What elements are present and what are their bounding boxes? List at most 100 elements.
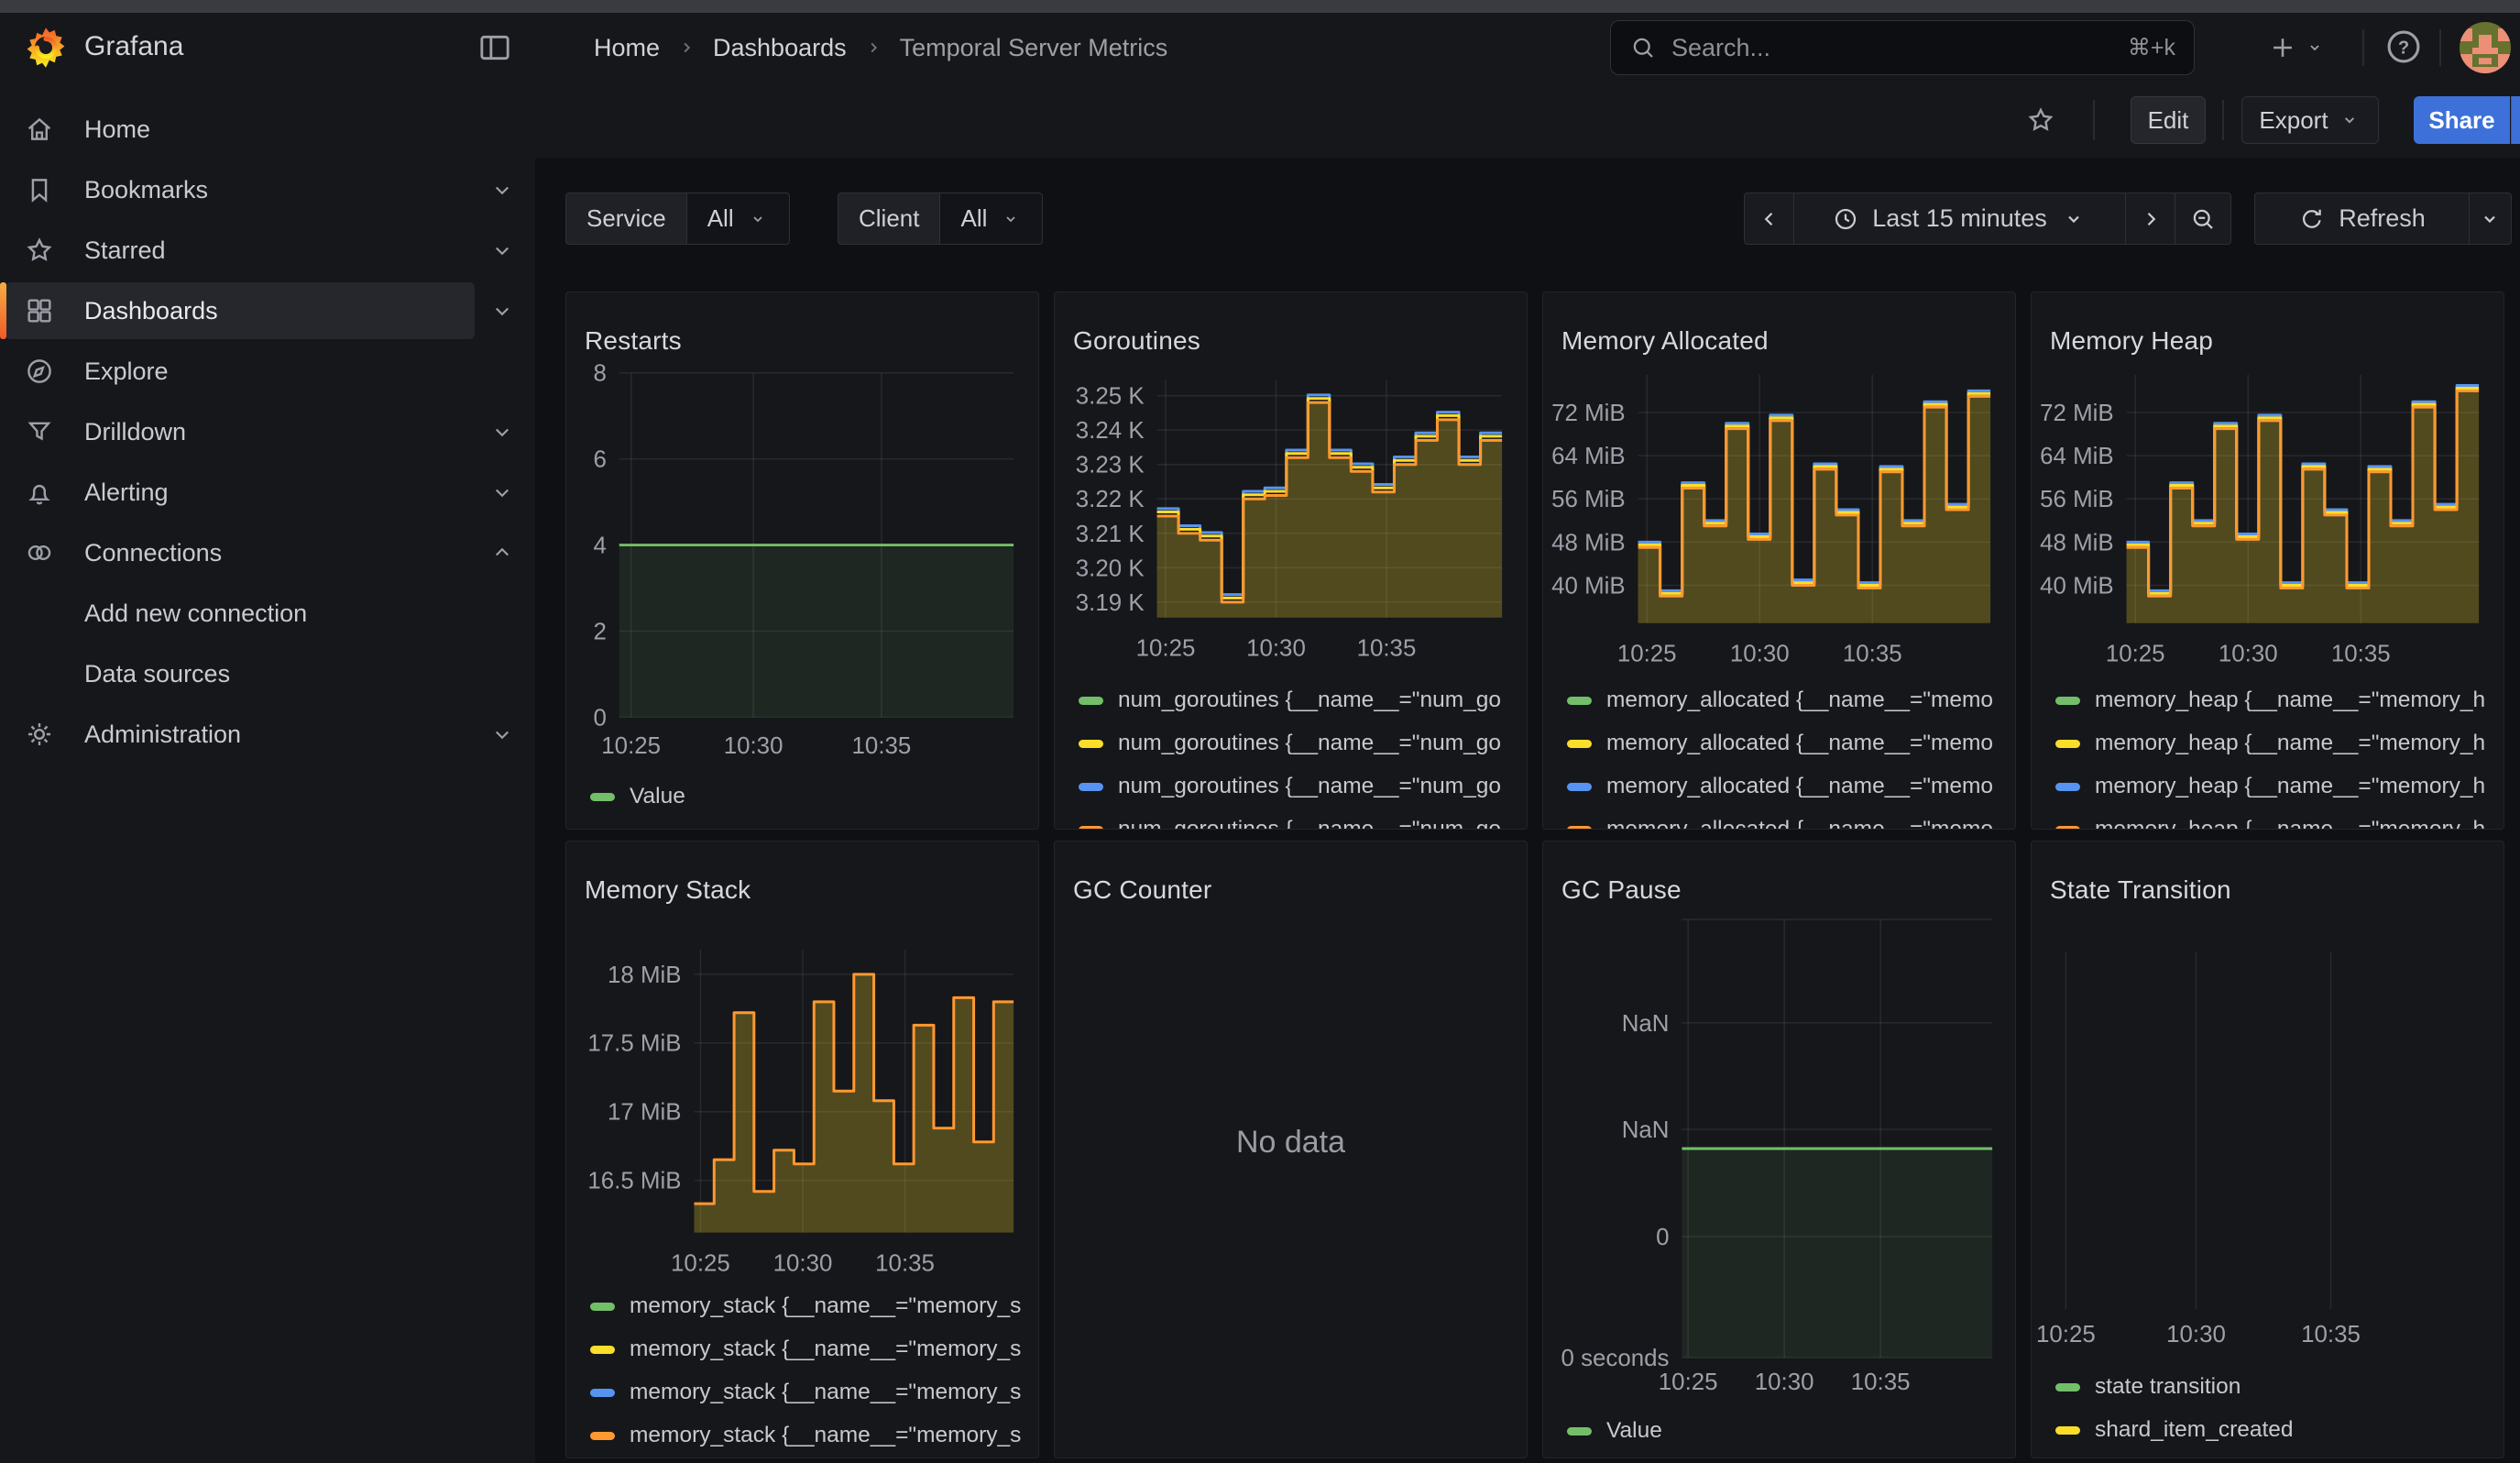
- legend-item[interactable]: num_goroutines {__name__="num_go: [1079, 730, 1501, 757]
- help-button[interactable]: ?: [2383, 26, 2428, 70]
- time-zoom-out-button[interactable]: [2175, 192, 2231, 245]
- breadcrumb-current-page: Temporal Server Metrics: [900, 34, 1168, 62]
- chevron-down-icon[interactable]: [488, 236, 516, 264]
- chevron-down-icon[interactable]: [488, 297, 516, 324]
- chevron-up-icon[interactable]: [488, 539, 516, 566]
- panel-title[interactable]: State Transition: [2050, 875, 2231, 905]
- sidebar-item-bookmarks[interactable]: Bookmarks: [0, 160, 535, 220]
- timeseries-chart[interactable]: 10:2510:3010:35NaNNaN00 seconds: [1543, 842, 2015, 1458]
- edit-button[interactable]: Edit: [2131, 96, 2206, 144]
- svg-text:10:25: 10:25: [2036, 1322, 2096, 1348]
- panel-title[interactable]: Memory Stack: [585, 875, 751, 905]
- breadcrumb-home[interactable]: Home: [594, 34, 660, 62]
- time-range-back-button[interactable]: [1744, 192, 1794, 245]
- panel-legend: state transition shard_item_created: [2055, 1373, 2294, 1458]
- legend-item[interactable]: memory_stack {__name__="memory_s: [590, 1336, 1021, 1363]
- chevron-down-icon[interactable]: [488, 720, 516, 748]
- legend-item[interactable]: num_goroutines {__name__="num_go: [1079, 773, 1501, 800]
- sidebar-collapse-icon[interactable]: [475, 29, 515, 66]
- legend-item[interactable]: memory_allocated {__name__="memo: [1567, 687, 1993, 714]
- svg-text:10:35: 10:35: [1357, 636, 1417, 662]
- legend-item[interactable]: memory_heap {__name__="memory_h: [2055, 730, 2485, 757]
- legend-item[interactable]: state transition: [2055, 1373, 2294, 1401]
- time-range-forward-button[interactable]: [2125, 192, 2175, 245]
- legend-label: memory_allocated {__name__="memo: [1606, 817, 1993, 830]
- service-filter-value[interactable]: All: [687, 192, 790, 245]
- sidebar-item-administration[interactable]: Administration: [0, 704, 535, 764]
- grafana-logo-icon[interactable]: [24, 26, 68, 70]
- panel-legend: memory_stack {__name__="memory_s memory_s…: [590, 1292, 1021, 1458]
- breadcrumb-dashboards[interactable]: Dashboards: [713, 34, 847, 62]
- timeseries-chart[interactable]: 10:2510:3010:3502468: [566, 292, 1038, 829]
- chevron-down-icon[interactable]: [488, 418, 516, 446]
- legend-item[interactable]: memory_allocated {__name__="memo: [1567, 773, 1993, 800]
- legend-label: num_goroutines {__name__="num_go: [1118, 731, 1501, 756]
- sidebar-item-starred[interactable]: Starred: [0, 220, 535, 280]
- legend-item[interactable]: memory_allocated {__name__="memo: [1567, 730, 1993, 757]
- panel-title[interactable]: GC Pause: [1561, 875, 1682, 905]
- refresh-interval-dropdown[interactable]: [2469, 192, 2512, 245]
- panel-title[interactable]: Restarts: [585, 326, 682, 356]
- sidebar-item-explore[interactable]: Explore: [0, 341, 535, 402]
- chevron-down-icon: [2060, 205, 2087, 233]
- svg-text:NaN: NaN: [1622, 1117, 1670, 1143]
- sidebar-item-add-new-connection[interactable]: Add new connection: [0, 583, 535, 644]
- time-range-picker[interactable]: Last 15 minutes: [1793, 192, 2127, 245]
- legend-swatch: [1079, 740, 1103, 748]
- legend-item[interactable]: shard_item_created: [2055, 1416, 2294, 1444]
- legend-item[interactable]: Value: [590, 783, 685, 810]
- legend-item[interactable]: memory_stack {__name__="memory_s: [590, 1292, 1021, 1320]
- legend-item[interactable]: memory_heap {__name__="memory_h: [2055, 773, 2485, 800]
- favorite-star-icon[interactable]: [2025, 104, 2056, 136]
- service-filter-selected: All: [707, 204, 734, 233]
- sidebar-item-drilldown[interactable]: Drilldown: [0, 402, 535, 462]
- svg-text:6: 6: [593, 447, 606, 473]
- legend-item[interactable]: memory_heap {__name__="memory_h: [2055, 687, 2485, 714]
- search-input[interactable]: [1670, 33, 2128, 63]
- bell-icon: [24, 477, 55, 508]
- client-filter-value[interactable]: All: [940, 192, 1043, 245]
- legend-item[interactable]: memory_stack {__name__="memory_s: [590, 1379, 1021, 1406]
- panel-title[interactable]: Memory Allocated: [1561, 326, 1769, 356]
- panel-title[interactable]: Goroutines: [1073, 326, 1200, 356]
- share-button[interactable]: Share: [2414, 96, 2510, 144]
- legend-swatch: [2055, 1383, 2080, 1392]
- new-menu-button[interactable]: [2267, 26, 2346, 70]
- refresh-button[interactable]: Refresh: [2254, 192, 2470, 245]
- legend-item[interactable]: memory_stack {__name__="memory_s: [590, 1422, 1021, 1449]
- export-button[interactable]: Export: [2241, 96, 2379, 144]
- chevron-down-icon[interactable]: [488, 478, 516, 506]
- svg-text:10:35: 10:35: [2331, 642, 2391, 667]
- timeseries-chart[interactable]: 10:2510:3010:35: [2032, 842, 2504, 1458]
- legend-label: memory_allocated {__name__="memo: [1606, 731, 1993, 756]
- legend-swatch: [1567, 740, 1592, 748]
- user-avatar[interactable]: [2460, 22, 2511, 73]
- sidebar-item-data-sources[interactable]: Data sources: [0, 644, 535, 704]
- legend-swatch: [1567, 826, 1592, 830]
- legend-item[interactable]: Value: [1567, 1417, 1662, 1445]
- chevron-down-icon[interactable]: [488, 176, 516, 204]
- sidebar-item-home[interactable]: Home: [0, 99, 535, 160]
- svg-text:10:30: 10:30: [1730, 642, 1790, 667]
- svg-text:NaN: NaN: [1622, 1011, 1670, 1037]
- client-filter-selected: All: [960, 204, 987, 233]
- panel-title[interactable]: GC Counter: [1073, 875, 1211, 905]
- sidebar-item-dashboards[interactable]: Dashboards: [0, 280, 535, 341]
- sidebar-item-connections[interactable]: Connections: [0, 522, 535, 583]
- panel-title[interactable]: Memory Heap: [2050, 326, 2213, 356]
- svg-text:8: 8: [593, 361, 606, 387]
- legend-item[interactable]: memory_heap {__name__="memory_h: [2055, 816, 2485, 830]
- legend-item[interactable]: num_goroutines {__name__="num_go: [1079, 816, 1501, 830]
- breadcrumb-separator-icon: [676, 38, 696, 58]
- sidebar-item-alerting[interactable]: Alerting: [0, 462, 535, 522]
- panel-legend: Value: [1567, 1417, 1662, 1458]
- chevron-left-icon: [1756, 205, 1783, 233]
- svg-text:56 MiB: 56 MiB: [1551, 487, 1626, 512]
- link-icon: [24, 537, 55, 568]
- sidebar-item-label: Starred: [84, 236, 166, 265]
- legend-item[interactable]: num_goroutines {__name__="num_go: [1079, 687, 1501, 714]
- share-dropdown-button[interactable]: [2511, 96, 2520, 144]
- search-box[interactable]: ⌘+k: [1610, 20, 2195, 75]
- legend-item[interactable]: memory_allocated {__name__="memo: [1567, 816, 1993, 830]
- clock-icon: [1832, 205, 1859, 233]
